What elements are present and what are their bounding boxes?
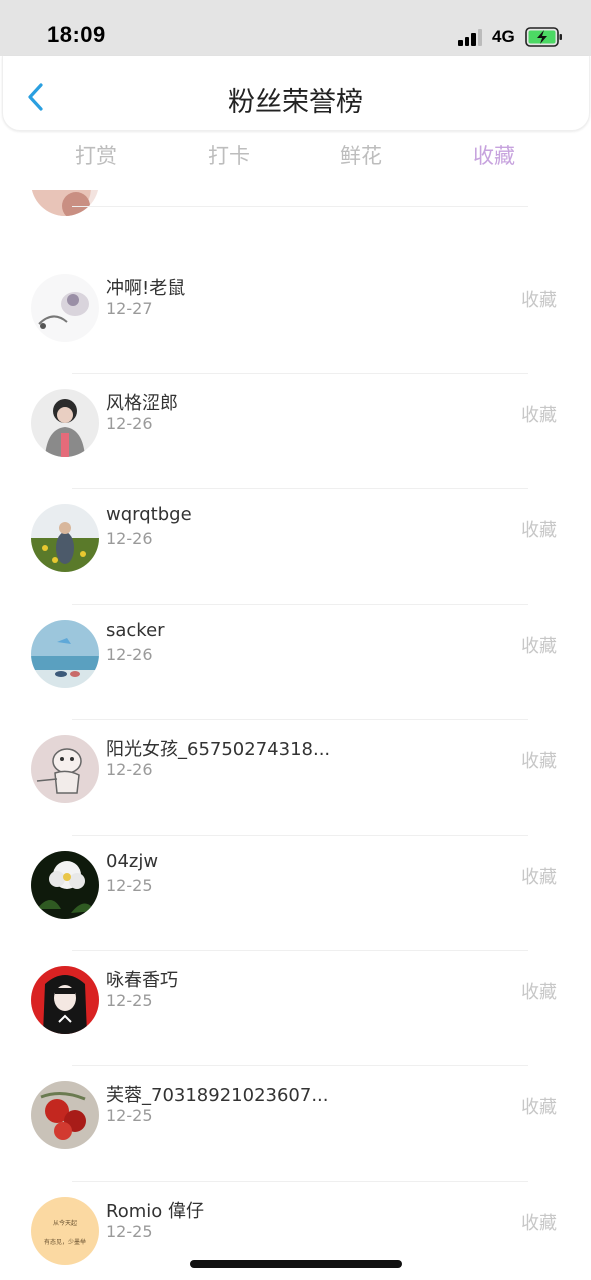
list-item[interactable]: sacker 12-26 收藏 bbox=[0, 620, 591, 735]
avatar-text: 从今天起 bbox=[52, 1220, 77, 1227]
list-item-date: 12-26 bbox=[106, 529, 153, 548]
list-item-name: Romio 偉仔 bbox=[106, 1201, 204, 1222]
list-item-date: 12-25 bbox=[106, 1222, 153, 1241]
status-time: 18:09 bbox=[47, 22, 106, 47]
list-item-date: 12-25 bbox=[106, 876, 153, 895]
list-item[interactable]: 冲啊!老鼠 12-27 收藏 bbox=[0, 274, 591, 389]
tab-flowers[interactable]: 鲜花 bbox=[301, 140, 421, 170]
collect-label: 收藏 bbox=[521, 982, 557, 1003]
list-item-name: 04zjw bbox=[106, 851, 159, 872]
list-item-name: 芙蓉_70318921023607... bbox=[106, 1085, 329, 1106]
divider bbox=[72, 373, 528, 374]
list-item[interactable]: 咏春香巧 12-25 收藏 bbox=[0, 966, 591, 1081]
collect-label: 收藏 bbox=[521, 751, 557, 772]
collect-label: 收藏 bbox=[521, 520, 557, 541]
tab-collect[interactable]: 收藏 bbox=[434, 140, 554, 170]
divider bbox=[72, 206, 528, 207]
divider bbox=[72, 1065, 528, 1066]
divider bbox=[72, 604, 528, 605]
list-item[interactable]: 12-28 bbox=[0, 190, 591, 271]
divider bbox=[72, 950, 528, 951]
avatar bbox=[31, 735, 99, 803]
list-item-date: 12-26 bbox=[106, 414, 153, 433]
list-item-date: 12-26 bbox=[106, 760, 153, 779]
list-item-date: 12-25 bbox=[106, 991, 153, 1010]
list-item[interactable]: wqrqtbge 12-26 收藏 bbox=[0, 504, 591, 619]
avatar bbox=[31, 851, 99, 919]
list-item-name: sacker bbox=[106, 620, 165, 641]
tab-checkin[interactable]: 打卡 bbox=[169, 140, 289, 170]
collect-label: 收藏 bbox=[521, 290, 557, 311]
fan-list: 12-28 冲啊!老鼠 12-27 收藏 风格涩郎 12-26 收藏 wqrqt… bbox=[0, 190, 591, 1280]
list-item-name: 阳光女孩_65750274318... bbox=[106, 739, 331, 760]
list-item-date: 12-27 bbox=[106, 299, 153, 318]
list-item-name: wqrqtbge bbox=[106, 504, 192, 525]
list-item-date: 12-26 bbox=[106, 645, 153, 664]
avatar: 从今天起 有态见，少墨举 bbox=[31, 1197, 99, 1265]
list-item[interactable]: 芙蓉_70318921023607... 12-25 收藏 bbox=[0, 1081, 591, 1196]
collect-label: 收藏 bbox=[521, 1213, 557, 1234]
avatar bbox=[31, 966, 99, 1034]
divider bbox=[72, 1181, 528, 1182]
avatar bbox=[31, 274, 99, 342]
battery-charging-icon bbox=[525, 27, 563, 51]
avatar-text: 有态见，少墨举 bbox=[43, 1239, 86, 1246]
avatar bbox=[31, 389, 99, 457]
list-item-name: 风格涩郎 bbox=[106, 393, 178, 414]
page-title: 粉丝荣誉榜 bbox=[228, 87, 363, 118]
divider bbox=[72, 719, 528, 720]
avatar bbox=[31, 504, 99, 572]
list-item-name: 咏春香巧 bbox=[106, 970, 178, 991]
collect-label: 收藏 bbox=[521, 636, 557, 657]
list-item[interactable]: 04zjw 12-25 收藏 bbox=[0, 851, 591, 966]
home-indicator bbox=[190, 1260, 402, 1268]
divider bbox=[72, 835, 528, 836]
tab-bar: 打赏 打卡 鲜花 收藏 bbox=[0, 140, 591, 180]
list-item-date: 12-25 bbox=[106, 1106, 153, 1125]
list-item[interactable]: 阳光女孩_65750274318... 12-26 收藏 bbox=[0, 735, 591, 850]
list-item[interactable]: 风格涩郎 12-26 收藏 bbox=[0, 389, 591, 504]
list-item-name: 冲啊!老鼠 bbox=[106, 278, 186, 299]
avatar bbox=[31, 190, 99, 216]
avatar bbox=[31, 1081, 99, 1149]
status-bar: 18:09 4G bbox=[0, 0, 591, 56]
network-label: 4G bbox=[492, 27, 515, 46]
divider bbox=[72, 488, 528, 489]
collect-label: 收藏 bbox=[521, 405, 557, 426]
avatar bbox=[31, 620, 99, 688]
tab-reward[interactable]: 打赏 bbox=[36, 140, 156, 170]
collect-label: 收藏 bbox=[521, 867, 557, 888]
collect-label: 收藏 bbox=[521, 1097, 557, 1118]
signal-bars-icon bbox=[458, 28, 484, 46]
